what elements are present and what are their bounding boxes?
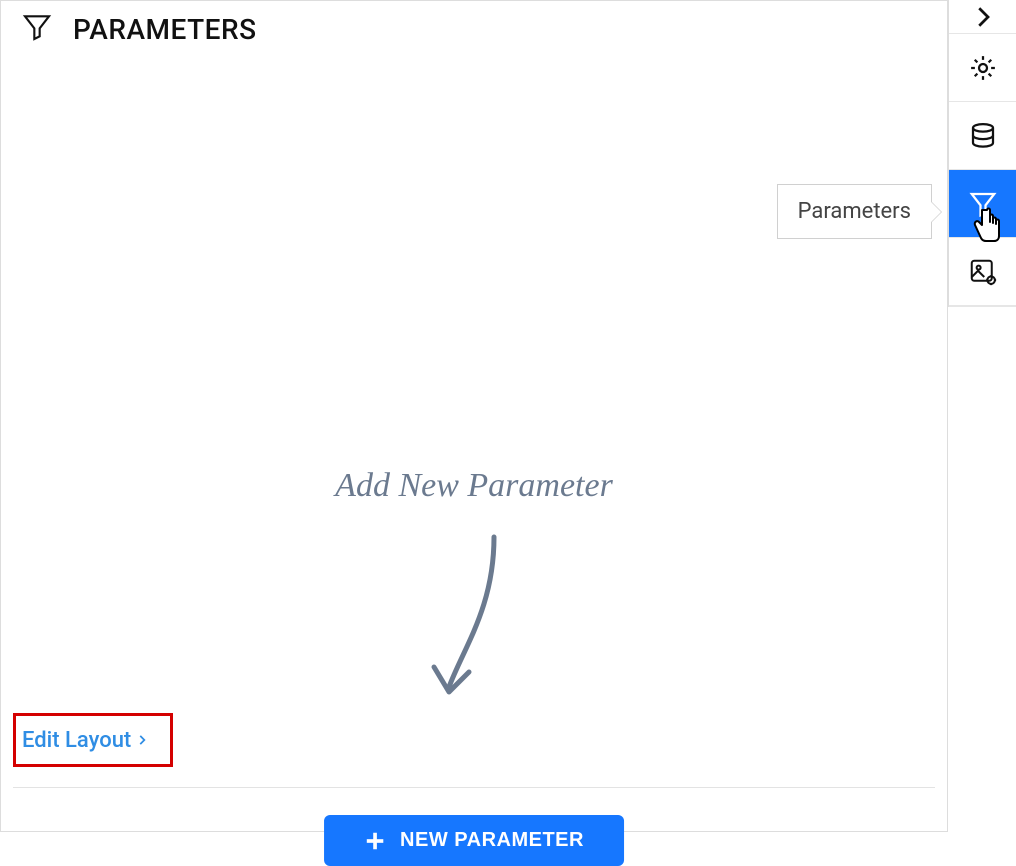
filter-icon xyxy=(21,11,53,47)
chevron-right-icon xyxy=(968,2,998,32)
section-divider xyxy=(13,787,935,788)
hint-arrow-icon xyxy=(414,527,534,707)
right-rail xyxy=(948,0,1016,832)
panel-body: Add New Parameter Edit Layout xyxy=(1,57,947,831)
rail-parameters-button[interactable] xyxy=(949,170,1016,238)
tooltip-label: Parameters xyxy=(798,199,911,224)
edit-layout-link[interactable]: Edit Layout xyxy=(22,728,149,753)
rail-data-button[interactable] xyxy=(949,102,1016,170)
new-parameter-label: NEW PARAMETER xyxy=(400,829,584,852)
gear-icon xyxy=(968,53,998,83)
add-parameter-hint: Add New Parameter xyxy=(335,467,613,505)
rail-image-settings-button[interactable] xyxy=(949,238,1016,306)
panel-title: PARAMETERS xyxy=(73,13,257,46)
image-gear-icon xyxy=(968,257,998,287)
parameters-tooltip: Parameters xyxy=(777,184,932,239)
app-root: PARAMETERS Add New Parameter Edit Layout xyxy=(0,0,1016,832)
new-parameter-button[interactable]: NEW PARAMETER xyxy=(324,815,624,866)
edit-layout-label: Edit Layout xyxy=(22,728,131,753)
database-icon xyxy=(968,121,998,151)
parameters-panel: PARAMETERS Add New Parameter Edit Layout xyxy=(0,0,948,832)
plus-icon xyxy=(364,830,386,852)
rail-spacer xyxy=(949,306,1016,307)
rail-settings-button[interactable] xyxy=(949,34,1016,102)
chevron-right-icon xyxy=(135,733,149,747)
panel-header: PARAMETERS xyxy=(1,1,947,57)
filter-icon xyxy=(968,189,998,219)
edit-layout-highlight: Edit Layout xyxy=(13,713,173,767)
rail-collapse-button[interactable] xyxy=(949,0,1016,34)
